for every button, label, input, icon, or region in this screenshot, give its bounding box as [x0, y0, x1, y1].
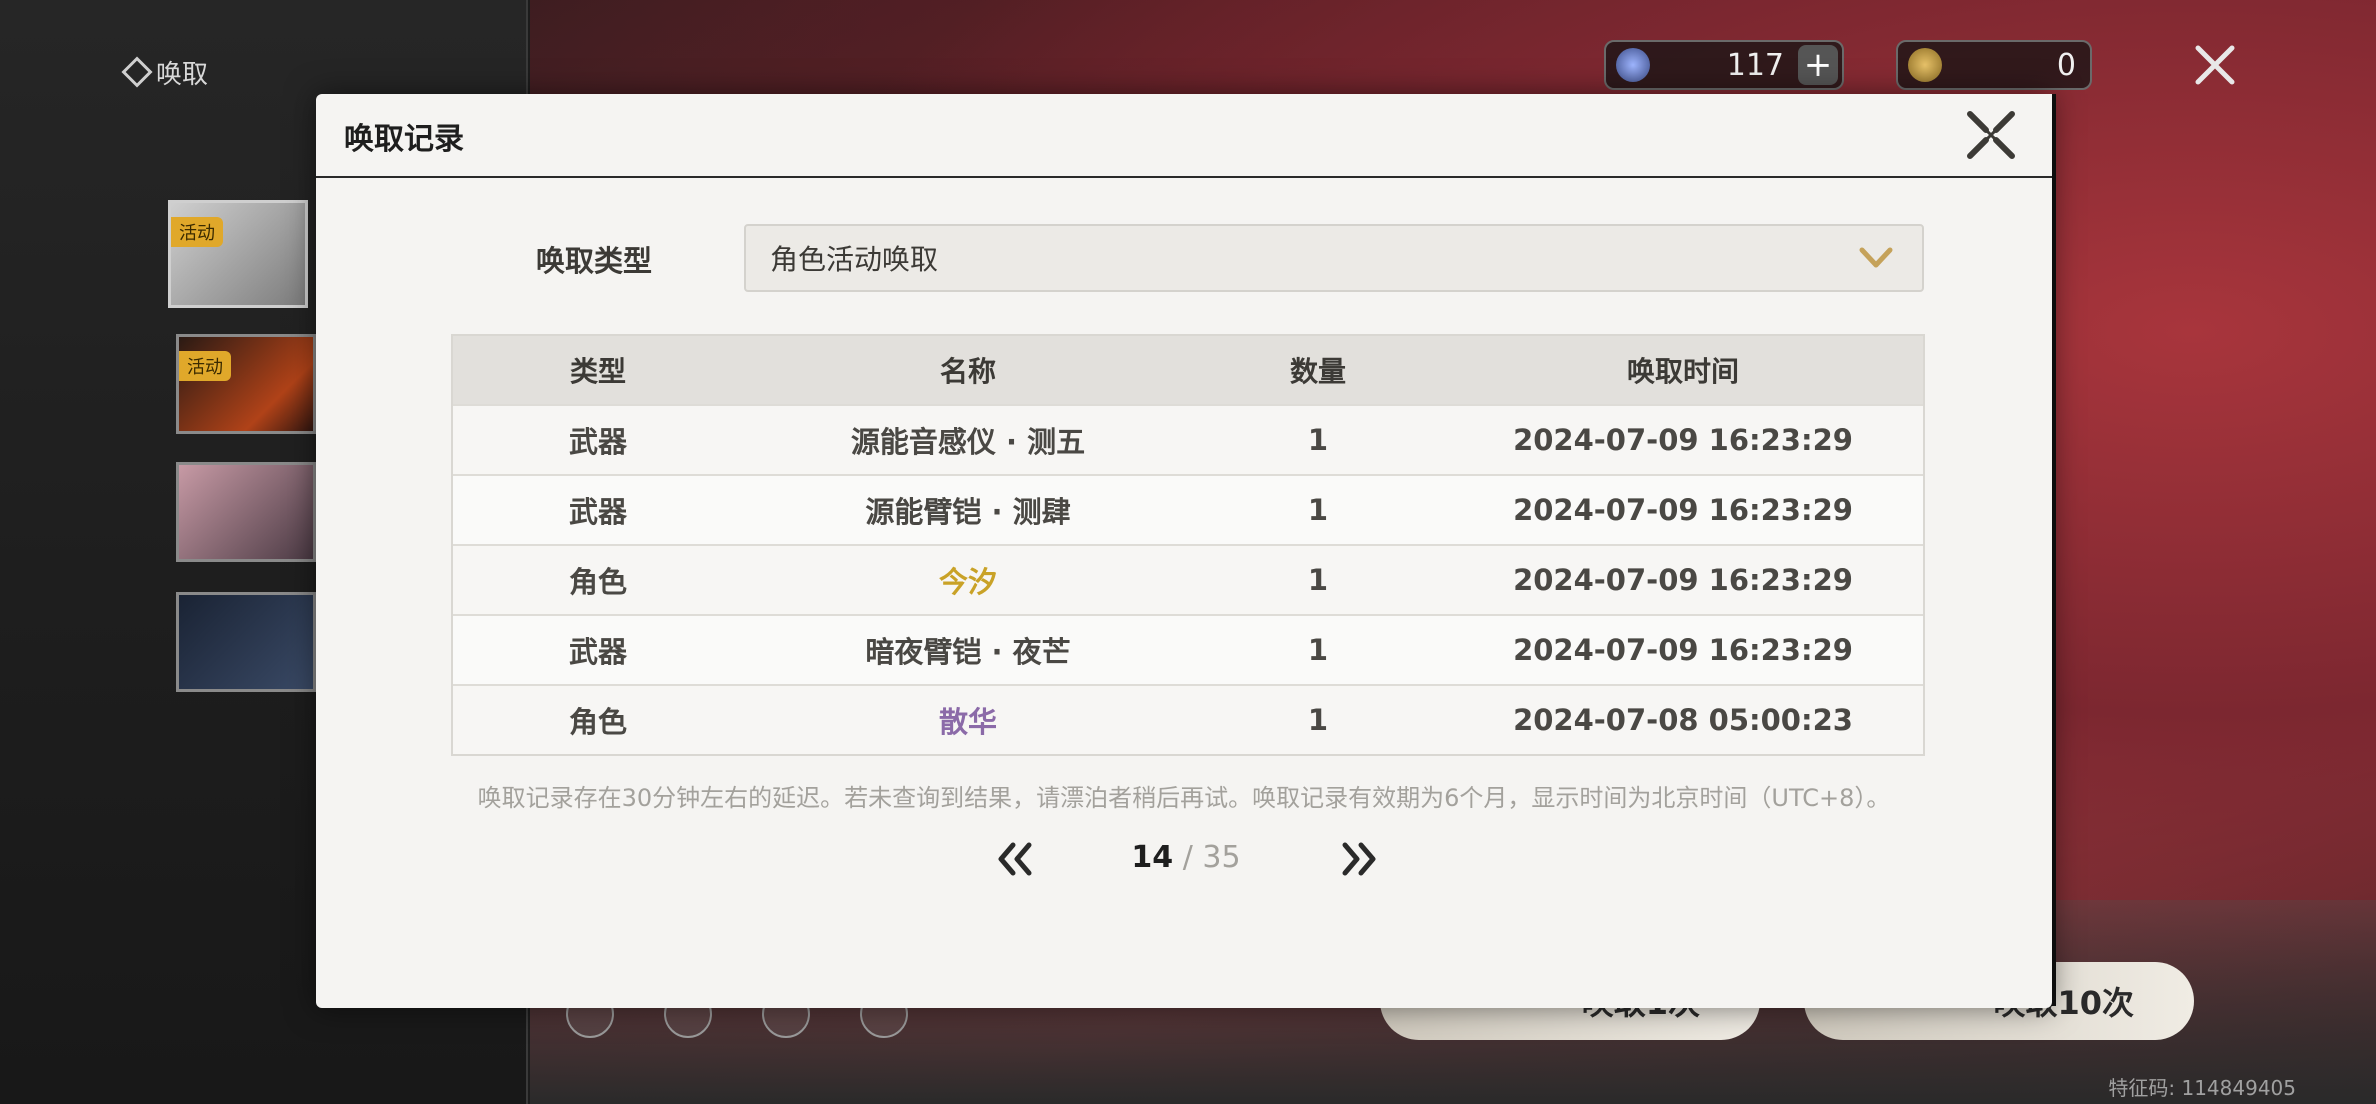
current-page: 14 [1131, 840, 1174, 875]
cell-time: 2024-07-09 16:23:29 [1513, 563, 1853, 597]
feature-code: 特征码: 114849405 [2108, 1076, 2296, 1100]
table-body: 武器 源能音感仪 · 测五 1 2024-07-09 16:23:29 武器 源… [453, 404, 1923, 754]
header-qty: 数量 [1289, 355, 1346, 388]
cell-qty: 1 [1307, 563, 1329, 597]
astrite-icon [1616, 48, 1650, 82]
tide-currency: 0 [1896, 40, 2092, 90]
banner-tab-1[interactable]: 活动 [168, 200, 308, 308]
record-table: 类型 名称 数量 唤取时间 武器 源能音感仪 · 测五 1 2024-07-09… [451, 334, 1925, 756]
cell-name: 源能音感仪 · 测五 [850, 425, 1086, 459]
header-type: 类型 [569, 355, 626, 388]
event-tag: 活动 [179, 351, 231, 381]
modal-header: 唤取记录 [316, 94, 2052, 178]
double-chevron-left-icon [998, 842, 1032, 876]
cell-type: 角色 [568, 565, 627, 599]
page-indicator: 14 / 35 [1126, 840, 1246, 875]
table-row: 武器 源能音感仪 · 测五 1 2024-07-09 16:23:29 [453, 404, 1923, 474]
cell-type: 武器 [568, 425, 627, 459]
cell-time: 2024-07-09 16:23:29 [1513, 493, 1853, 527]
cell-qty: 1 [1307, 493, 1329, 527]
cell-time: 2024-07-09 16:23:29 [1513, 423, 1853, 457]
type-dropdown[interactable]: 角色活动唤取 [744, 224, 1924, 292]
cell-qty: 1 [1307, 703, 1329, 737]
event-tag: 活动 [171, 217, 223, 247]
add-currency-button[interactable]: + [1798, 45, 1838, 85]
delay-note: 唤取记录存在30分钟左右的延迟。若未查询到结果，请漂泊者稍后再试。唤取记录有效期… [477, 784, 1891, 812]
page-separator: / [1182, 840, 1193, 875]
table-row: 角色 散华 1 2024-07-08 05:00:23 [453, 684, 1923, 754]
cell-name: 源能臂铠 · 测肆 [865, 495, 1071, 529]
table-header: 类型 名称 数量 唤取时间 [453, 336, 1923, 404]
header-name: 名称 [939, 355, 996, 388]
tide-icon [1908, 48, 1942, 82]
next-page-button[interactable] [1334, 834, 1384, 884]
modal-title: 唤取记录 [344, 122, 464, 157]
cell-name: 散华 [938, 705, 997, 739]
tide-value: 0 [2056, 47, 2076, 83]
exit-icon[interactable] [2190, 40, 2240, 90]
cell-qty: 1 [1307, 633, 1329, 667]
total-pages: 35 [1202, 840, 1241, 875]
cell-time: 2024-07-09 16:23:29 [1513, 633, 1853, 667]
banner-tab-2[interactable]: 活动 [176, 334, 316, 434]
gacha-icon [121, 56, 153, 88]
cell-time: 2024-07-08 05:00:23 [1513, 703, 1853, 737]
type-dropdown-value: 角色活动唤取 [770, 243, 939, 276]
cell-qty: 1 [1307, 423, 1329, 457]
cell-name: 暗夜臂铠 · 夜芒 [865, 635, 1071, 669]
astrite-value: 117 [1726, 47, 1784, 83]
pagination: 14 / 35 [316, 834, 2052, 884]
nav-title: 唤取 [121, 52, 209, 92]
cell-name: 今汐 [938, 565, 997, 599]
nav-title-label: 唤取 [156, 59, 209, 90]
cell-type: 武器 [568, 635, 627, 669]
gacha-record-modal: 唤取记录 唤取类型 角色活动唤取 类型 名称 数量 唤取时间 武器 源能音感仪 … [316, 94, 2052, 1008]
banner-tab-3[interactable] [176, 462, 316, 562]
table-row: 武器 暗夜臂铠 · 夜芒 1 2024-07-09 16:23:29 [453, 614, 1923, 684]
close-icon[interactable] [1962, 106, 2020, 164]
cell-type: 角色 [568, 705, 627, 739]
prev-page-button[interactable] [990, 834, 1040, 884]
astrite-currency: 117 + [1604, 40, 1844, 90]
type-label: 唤取类型 [536, 244, 653, 278]
banner-tab-4[interactable] [176, 592, 316, 692]
cell-type: 武器 [568, 495, 627, 529]
table-row: 武器 源能臂铠 · 测肆 1 2024-07-09 16:23:29 [453, 474, 1923, 544]
chevron-down-icon [1856, 238, 1896, 278]
table-row: 角色 今汐 1 2024-07-09 16:23:29 [453, 544, 1923, 614]
header-time: 唤取时间 [1626, 355, 1739, 388]
double-chevron-right-icon [1342, 842, 1376, 876]
